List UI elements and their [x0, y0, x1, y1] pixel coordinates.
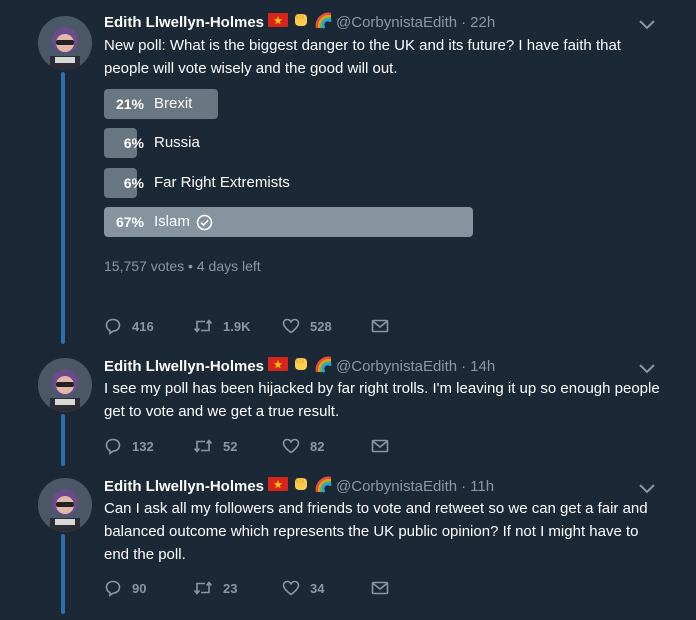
poll-percent: 6% — [123, 135, 144, 151]
retweet-icon — [193, 439, 213, 453]
chevron-down-icon[interactable] — [638, 481, 656, 495]
envelope-icon — [371, 439, 389, 453]
reply-count: 90 — [132, 580, 147, 596]
retweet-button[interactable]: 52 — [193, 438, 282, 454]
direct-message-button[interactable] — [371, 438, 460, 454]
poll-summary: 15,757 votes • 4 days left — [104, 258, 261, 274]
tweet[interactable]: Edith Llwellyn-Holmes @CorbynistaEdith ·… — [0, 0, 696, 345]
retweet-count: 52 — [223, 438, 238, 454]
timestamp[interactable]: 11h — [470, 478, 494, 495]
tweet-header: Edith Llwellyn-Holmes @CorbynistaEdith ·… — [104, 476, 494, 496]
poll-percent: 6% — [123, 175, 144, 191]
avatar[interactable] — [38, 478, 92, 532]
retweet-icon — [193, 319, 213, 333]
rainbow-icon — [314, 475, 332, 497]
tweet-header: Edith Llwellyn-Holmes @CorbynistaEdith ·… — [104, 12, 495, 32]
reply-button[interactable]: 132 — [104, 437, 193, 455]
tweet[interactable]: Edith Llwellyn-Holmes @CorbynistaEdith ·… — [0, 465, 696, 620]
heart-icon — [282, 318, 300, 334]
check-circle-icon — [196, 214, 213, 230]
envelope-icon — [371, 319, 389, 333]
like-button[interactable]: 34 — [282, 580, 371, 596]
poll-label: Brexit — [154, 95, 193, 112]
separator-dot: · — [461, 477, 467, 495]
tweet-actions: 416 1.9K 528 — [104, 316, 460, 336]
display-name[interactable]: Edith Llwellyn-Holmes — [104, 358, 264, 375]
direct-message-button[interactable] — [371, 318, 460, 334]
envelope-icon — [371, 581, 389, 595]
poll-label-wrap: Islam — [154, 207, 213, 237]
vietnam-flag-icon — [268, 477, 289, 495]
tweet[interactable]: Edith Llwellyn-Holmes @CorbynistaEdith ·… — [0, 345, 696, 465]
avatar[interactable] — [38, 358, 92, 412]
user-handle[interactable]: @CorbynistaEdith — [336, 478, 457, 495]
reply-icon — [105, 580, 121, 597]
reply-button[interactable]: 416 — [104, 317, 193, 335]
rainbow-icon — [314, 11, 332, 33]
heart-icon — [282, 580, 300, 596]
poll-label: Islam — [154, 213, 190, 230]
timestamp[interactable]: 22h — [470, 14, 495, 31]
raised-fist-icon — [292, 475, 310, 497]
user-handle[interactable]: @CorbynistaEdith — [336, 358, 457, 375]
tweet-header: Edith Llwellyn-Holmes @CorbynistaEdith ·… — [104, 356, 495, 376]
tweet-actions: 132 52 82 — [104, 436, 460, 456]
reply-count: 132 — [132, 438, 154, 454]
separator-dot: · — [461, 13, 467, 31]
direct-message-button[interactable] — [371, 580, 460, 596]
poll-label: Far Right Extremists — [154, 174, 290, 191]
like-button[interactable]: 82 — [282, 438, 371, 454]
like-count: 82 — [310, 438, 325, 454]
raised-fist-icon — [292, 11, 310, 33]
poll-label: Russia — [154, 134, 200, 151]
tweet-actions: 90 23 34 — [104, 578, 460, 598]
tweet-text: New poll: What is the biggest danger to … — [104, 37, 621, 77]
retweet-icon — [193, 581, 213, 595]
chevron-down-icon[interactable] — [638, 361, 656, 375]
vietnam-flag-icon — [268, 357, 289, 375]
tweet-text: Can I ask all my followers and friends t… — [104, 500, 648, 563]
avatar[interactable] — [38, 16, 92, 70]
heart-icon — [282, 438, 300, 454]
retweet-count: 23 — [223, 580, 238, 596]
like-button[interactable]: 528 — [282, 318, 371, 334]
poll-percent: 67% — [115, 214, 144, 230]
user-handle[interactable]: @CorbynistaEdith — [336, 14, 457, 31]
timestamp[interactable]: 14h — [470, 358, 495, 375]
like-count: 528 — [310, 318, 332, 334]
reply-icon — [105, 438, 121, 455]
reply-button[interactable]: 90 — [104, 579, 193, 597]
rainbow-icon — [314, 355, 332, 377]
retweet-button[interactable]: 23 — [193, 580, 282, 596]
display-name[interactable]: Edith Llwellyn-Holmes — [104, 14, 264, 31]
reply-icon — [105, 318, 121, 335]
reply-count: 416 — [132, 318, 154, 334]
retweet-button[interactable]: 1.9K — [193, 318, 282, 334]
vietnam-flag-icon — [268, 13, 289, 31]
display-name[interactable]: Edith Llwellyn-Holmes — [104, 478, 264, 495]
separator-dot: · — [461, 357, 467, 375]
like-count: 34 — [310, 580, 325, 596]
chevron-down-icon[interactable] — [638, 17, 656, 31]
poll-percent: 21% — [115, 96, 144, 112]
retweet-count: 1.9K — [223, 318, 251, 334]
tweet-text: I see my poll has been hijacked by far r… — [104, 380, 660, 420]
raised-fist-icon — [292, 355, 310, 377]
